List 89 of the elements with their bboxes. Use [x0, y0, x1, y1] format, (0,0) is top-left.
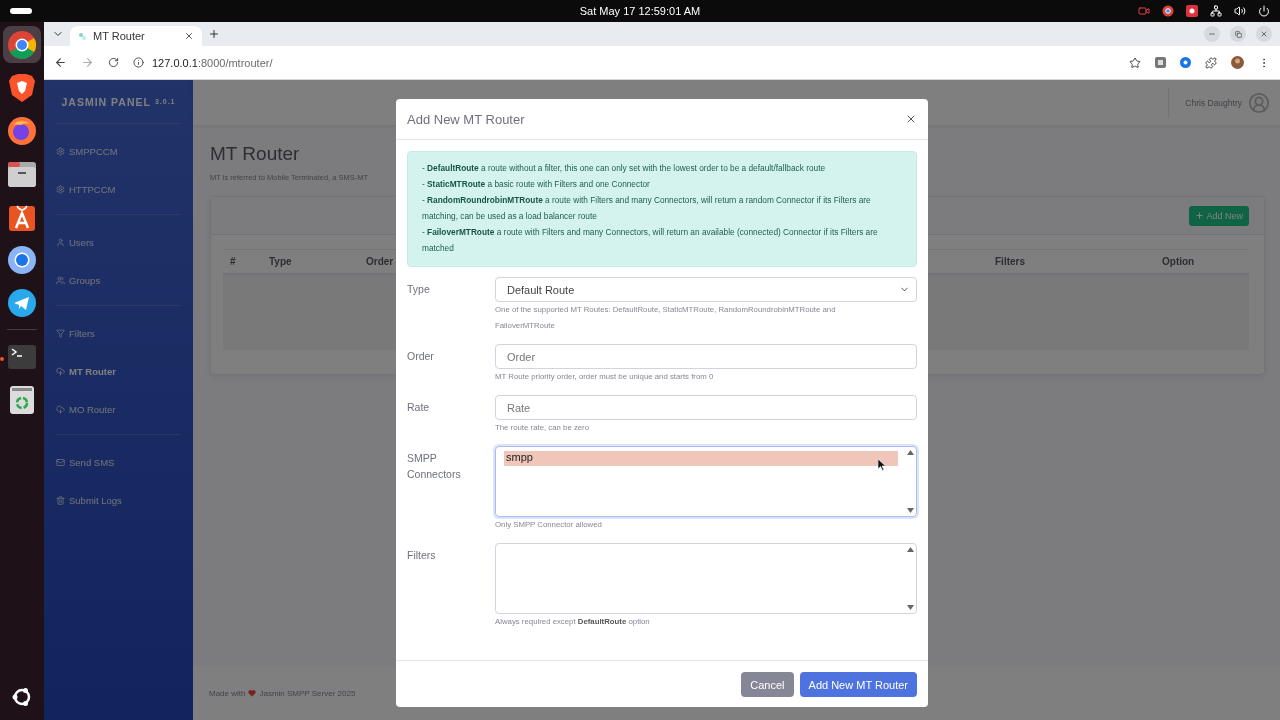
- column-header: Type: [269, 256, 293, 267]
- shield-icon: [8, 72, 36, 103]
- restore-button[interactable]: [1230, 26, 1246, 42]
- close-button[interactable]: [1256, 26, 1272, 42]
- mouse-pointer-icon: [878, 459, 886, 471]
- info-text: - DefaultRoute a route without a filter, this one can only set with the lowest order to be a default/fallback route: [422, 162, 827, 175]
- star-icon[interactable]: [1129, 56, 1141, 69]
- text-field[interactable]: Rate: [495, 395, 917, 420]
- sidebar-item[interactable]: Filters: [56, 314, 181, 352]
- column-header: Order: [366, 256, 395, 267]
- filter-icon: [56, 328, 65, 338]
- new-tab-icon[interactable]: [208, 28, 220, 40]
- globe-icon: [7, 115, 37, 146]
- dock-item[interactable]: [3, 26, 41, 63]
- network-icon[interactable]: [1210, 5, 1222, 17]
- field-label: Filters: [407, 548, 437, 563]
- sidebar-item[interactable]: MO Router: [56, 390, 181, 428]
- info-icon[interactable]: [133, 57, 144, 68]
- info-text: - StaticMTRoute a basic route with Filters and one Connector: [422, 178, 651, 191]
- terminal-icon: [7, 343, 37, 370]
- close-icon: [1260, 30, 1268, 38]
- extensions-icon[interactable]: [1205, 56, 1217, 69]
- paper-plane-icon: [7, 287, 37, 318]
- gear-icon: [56, 146, 65, 156]
- type-select[interactable]: Default Route: [495, 277, 917, 302]
- activities-pill[interactable]: [10, 8, 32, 14]
- reload-icon[interactable]: [108, 57, 119, 68]
- sidebar-item[interactable]: MT Router: [56, 352, 181, 390]
- power-icon[interactable]: [1258, 5, 1270, 17]
- users-icon: [56, 275, 65, 285]
- video-camera-icon[interactable]: [1138, 5, 1150, 17]
- info-text: - FailoverMTRoute a route with Filters and many Connectors, will return an available (connected) Connector if its Filters are matched: [422, 226, 879, 255]
- brand-title: JASMIN PANEL $^{3.0.1}$: [56, 80, 181, 124]
- cancel-button[interactable]: Cancel: [741, 672, 794, 697]
- scroll-down-icon: [906, 605, 914, 610]
- record-icon[interactable]: [1186, 5, 1198, 17]
- minus-icon: [1208, 30, 1216, 38]
- sidebar-item[interactable]: Submit Logs: [56, 481, 181, 519]
- ring-icon: [7, 244, 37, 275]
- sidebar-item[interactable]: Send SMS: [56, 443, 181, 481]
- scroll-up-icon: [906, 450, 914, 455]
- sidebar-item[interactable]: SMPPCCM: [56, 132, 181, 170]
- multi-select-list[interactable]: smpp: [495, 446, 917, 517]
- sidebar-item[interactable]: Users: [56, 223, 181, 261]
- column-header: Option: [1162, 256, 1196, 267]
- modal-title: Add New MT Router: [407, 111, 525, 127]
- list-option[interactable]: smpp: [504, 451, 898, 466]
- back-icon[interactable]: [54, 56, 67, 69]
- favicon-icon: [78, 31, 87, 41]
- browser-tab[interactable]: MT Router: [70, 26, 202, 46]
- column-header: #: [230, 256, 237, 267]
- url-text[interactable]: 127.0.0.1: [152, 56, 198, 69]
- submit-button[interactable]: Add New MT Router: [799, 672, 917, 697]
- aperture-icon: [7, 29, 37, 60]
- add-new-button[interactable]: Add New: [1189, 205, 1249, 226]
- column-header: Filters: [995, 256, 1026, 267]
- extension-icon[interactable]: [1180, 57, 1191, 68]
- url-text[interactable]: :8000/mtrouter/: [197, 56, 273, 69]
- cloud-upload-icon: [56, 366, 65, 376]
- folder-icon: [7, 159, 37, 188]
- field-label: Rate: [407, 400, 431, 415]
- plus-icon: [1195, 211, 1205, 220]
- volume-icon[interactable]: [1234, 5, 1246, 17]
- close-icon: [905, 113, 917, 125]
- tab-title: MT Router: [93, 30, 146, 42]
- restore-icon: [1234, 30, 1242, 38]
- launcher-icon[interactable]: [11, 686, 33, 708]
- cloud-download-icon: [56, 404, 65, 414]
- text-field[interactable]: Order: [495, 344, 917, 369]
- heart-icon: [248, 689, 257, 697]
- sidebar-item[interactable]: HTTPCCM: [56, 170, 181, 208]
- avatar-icon[interactable]: [1231, 56, 1244, 69]
- scroll-up-icon: [906, 547, 914, 552]
- trash-icon: [56, 495, 65, 505]
- recycle-bin-icon: [9, 384, 35, 415]
- close-icon[interactable]: [184, 31, 194, 41]
- field-label: SMPP Connectors: [407, 451, 462, 482]
- extension-icon[interactable]: [1155, 57, 1166, 68]
- envelope-icon: [56, 457, 65, 467]
- close-button[interactable]: [905, 113, 917, 125]
- field-label: Type: [407, 282, 431, 297]
- scroll-down-icon: [906, 508, 914, 513]
- gear-icon: [56, 184, 65, 194]
- field-label: Order: [407, 349, 435, 364]
- user-icon: [56, 237, 65, 247]
- page-title: MT Router: [210, 143, 301, 165]
- sidebar-item[interactable]: Groups: [56, 261, 181, 299]
- clock-text[interactable]: Sat May 17 12:59:01 AM: [579, 5, 701, 17]
- aperture-icon[interactable]: [1162, 5, 1174, 17]
